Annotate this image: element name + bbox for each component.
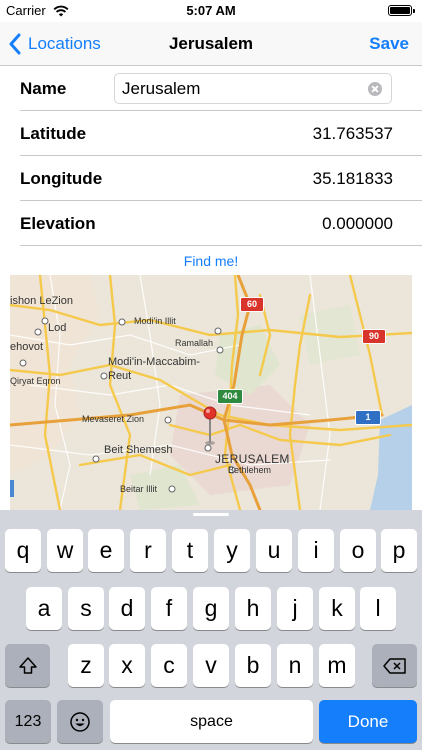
save-button[interactable]: Save [369,22,409,66]
shift-icon [18,656,37,674]
key-x[interactable]: x [109,644,145,687]
longitude-row[interactable]: Longitude 35.181833 [0,156,422,201]
key-j[interactable]: j [277,587,313,630]
map-label: ehovot [10,341,44,353]
key-d[interactable]: d [109,587,145,630]
backspace-icon [382,657,406,674]
back-label: Locations [28,34,101,53]
key-v[interactable]: v [193,644,229,687]
navigation-bar: Locations Jerusalem Save [0,22,422,66]
map-label: Beit Shemesh [104,444,173,456]
latitude-label: Latitude [20,124,87,143]
key-l[interactable]: l [360,587,396,630]
divider [20,245,422,246]
key-o[interactable]: o [340,529,376,572]
elevation-label: Elevation [20,214,96,233]
key-u[interactable]: u [256,529,292,572]
key-s[interactable]: s [68,587,104,630]
clear-text-icon[interactable] [368,82,382,96]
map-label: Modi'in-Maccabim-Reut [108,356,200,382]
map-view[interactable]: ishon LeZion Lod ehovot Qiryat Eqron Mod… [10,275,412,510]
key-i[interactable]: i [298,529,334,572]
map-label: Bethlehem [228,465,272,475]
latitude-value[interactable]: 31.763537 [313,111,393,156]
map-label: Beitar Illit [120,484,158,494]
key-k[interactable]: k [319,587,355,630]
map-label: Qiryat Eqron [10,376,61,386]
name-row: Name Jerusalem [0,66,422,111]
elevation-row[interactable]: Elevation 0.000000 [0,201,422,246]
key-p[interactable]: p [381,529,417,572]
space-key[interactable]: space [110,700,313,743]
longitude-label: Longitude [20,169,103,188]
name-field[interactable]: Jerusalem [114,73,392,104]
route-shield: 404 [217,389,243,404]
location-pin-icon[interactable] [202,406,218,446]
key-a[interactable]: a [26,587,62,630]
clock: 5:07 AM [186,3,236,18]
key-m[interactable]: m [319,644,355,687]
name-field-value: Jerusalem [122,79,201,98]
status-bar: Carrier 5:07 AM [0,0,422,22]
done-key[interactable]: Done [319,700,417,743]
emoji-icon [70,711,90,732]
keyboard: q w e r t y u i o p a s d f g h j k l z … [0,510,422,750]
battery-icon [388,5,415,16]
name-label: Name [20,79,67,98]
shift-key[interactable] [5,644,50,687]
key-t[interactable]: t [172,529,208,572]
key-f[interactable]: f [151,587,187,630]
chevron-left-icon [9,33,21,55]
map-label: Modi'in Illit [134,316,176,326]
key-g[interactable]: g [193,587,229,630]
key-c[interactable]: c [151,644,187,687]
key-z[interactable]: z [68,644,104,687]
key-b[interactable]: b [235,644,271,687]
key-w[interactable]: w [47,529,83,572]
map-label: Ramallah [175,338,214,348]
map-label: Lod [48,322,67,334]
key-q[interactable]: q [5,529,41,572]
route-shield: 90 [362,329,386,344]
key-r[interactable]: r [130,529,166,572]
longitude-value[interactable]: 35.181833 [313,156,393,201]
backspace-key[interactable] [372,644,417,687]
latitude-row[interactable]: Latitude 31.763537 [0,111,422,156]
map-label: Mevaseret Zion [82,414,145,424]
keyboard-handle [193,513,229,516]
numbers-key[interactable]: 123 [5,700,51,743]
elevation-value[interactable]: 0.000000 [322,201,393,246]
map-label: ishon LeZion [10,295,73,307]
map-canvas [10,275,412,510]
key-n[interactable]: n [277,644,313,687]
key-e[interactable]: e [88,529,124,572]
route-shield: 60 [240,297,264,312]
back-button[interactable]: Locations [8,22,101,66]
map-label: JERUSALEM [215,452,290,466]
emoji-key[interactable] [57,700,103,743]
key-y[interactable]: y [214,529,250,572]
find-me-button[interactable]: Find me! [0,247,422,275]
route-shield: 1 [355,410,381,425]
key-h[interactable]: h [235,587,271,630]
